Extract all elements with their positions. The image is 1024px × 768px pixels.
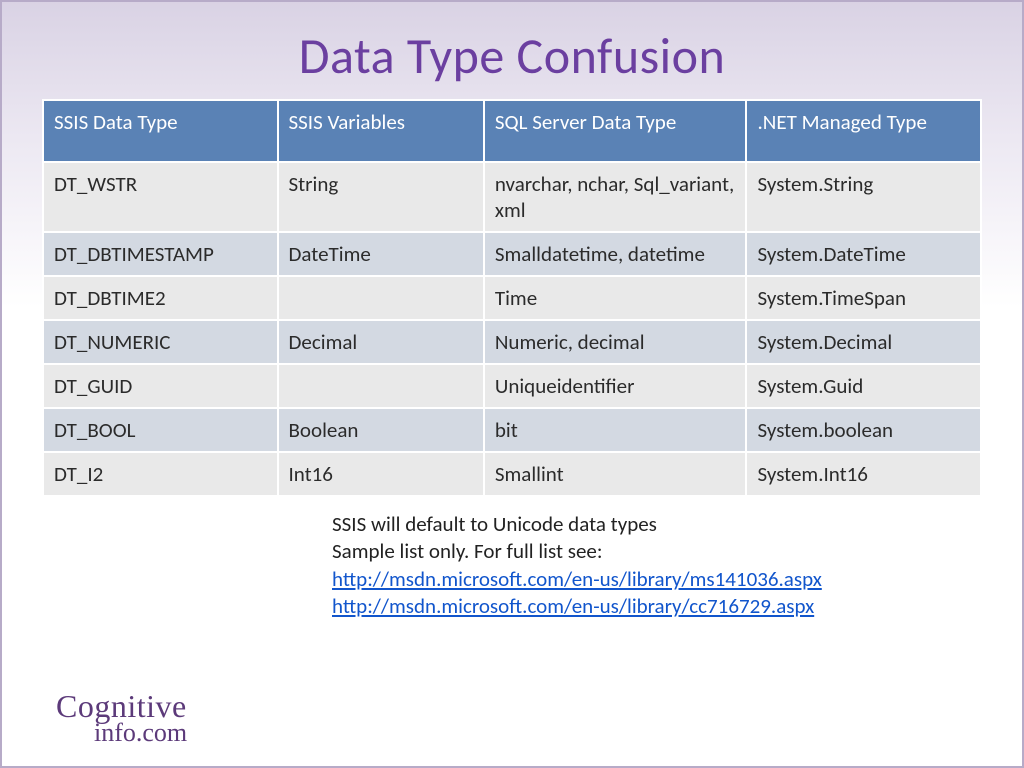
table-cell: Smalldatetime, datetime [484, 232, 747, 276]
table-cell: Decimal [278, 320, 484, 364]
table-cell [278, 276, 484, 320]
col-header: SQL Server Data Type [484, 100, 747, 162]
col-header: .NET Managed Type [746, 100, 981, 162]
col-header: SSIS Variables [278, 100, 484, 162]
table-cell: System.Guid [746, 364, 981, 408]
table-row: DT_BOOLBooleanbitSystem.boolean [43, 408, 981, 452]
table-row: DT_DBTIMESTAMPDateTimeSmalldatetime, dat… [43, 232, 981, 276]
table-cell: DT_GUID [43, 364, 278, 408]
note-line: SSIS will default to Unicode data types [332, 511, 982, 538]
footer-notes: SSIS will default to Unicode data types … [332, 511, 982, 620]
data-type-table: SSIS Data Type SSIS Variables SQL Server… [42, 99, 982, 497]
table-row: DT_WSTRStringnvarchar, nchar, Sql_varian… [43, 162, 981, 232]
table-cell: DT_DBTIME2 [43, 276, 278, 320]
table-row: DT_DBTIME2 TimeSystem.TimeSpan [43, 276, 981, 320]
note-line: Sample list only. For full list see: [332, 538, 982, 565]
table-cell: System.DateTime [746, 232, 981, 276]
table-cell: System.String [746, 162, 981, 232]
table-cell: nvarchar, nchar, Sql_variant, xml [484, 162, 747, 232]
table-cell: DT_WSTR [43, 162, 278, 232]
table-cell: System.boolean [746, 408, 981, 452]
table-cell [278, 364, 484, 408]
table-cell: System.Int16 [746, 452, 981, 496]
table-header-row: SSIS Data Type SSIS Variables SQL Server… [43, 100, 981, 162]
table-row: DT_I2Int16SmallintSystem.Int16 [43, 452, 981, 496]
table-cell: System.Decimal [746, 320, 981, 364]
table-cell: DT_NUMERIC [43, 320, 278, 364]
table-row: DT_GUID UniqueidentifierSystem.Guid [43, 364, 981, 408]
table-cell: Int16 [278, 452, 484, 496]
brand-logo: Cognitive info.com [56, 691, 187, 746]
table-cell: String [278, 162, 484, 232]
reference-link[interactable]: http://msdn.microsoft.com/en-us/library/… [332, 566, 822, 592]
table-cell: bit [484, 408, 747, 452]
col-header: SSIS Data Type [43, 100, 278, 162]
table-cell: Boolean [278, 408, 484, 452]
slide-title: Data Type Confusion [42, 26, 982, 87]
table-cell: Uniqueidentifier [484, 364, 747, 408]
table-cell: System.TimeSpan [746, 276, 981, 320]
brand-logo-line2: info.com [56, 721, 187, 746]
table-cell: DT_DBTIMESTAMP [43, 232, 278, 276]
table-cell: DT_BOOL [43, 408, 278, 452]
reference-link[interactable]: http://msdn.microsoft.com/en-us/library/… [332, 593, 814, 619]
table-cell: DT_I2 [43, 452, 278, 496]
table-cell: Smallint [484, 452, 747, 496]
table-row: DT_NUMERICDecimalNumeric, decimalSystem.… [43, 320, 981, 364]
table-cell: Numeric, decimal [484, 320, 747, 364]
table-cell: DateTime [278, 232, 484, 276]
table-cell: Time [484, 276, 747, 320]
